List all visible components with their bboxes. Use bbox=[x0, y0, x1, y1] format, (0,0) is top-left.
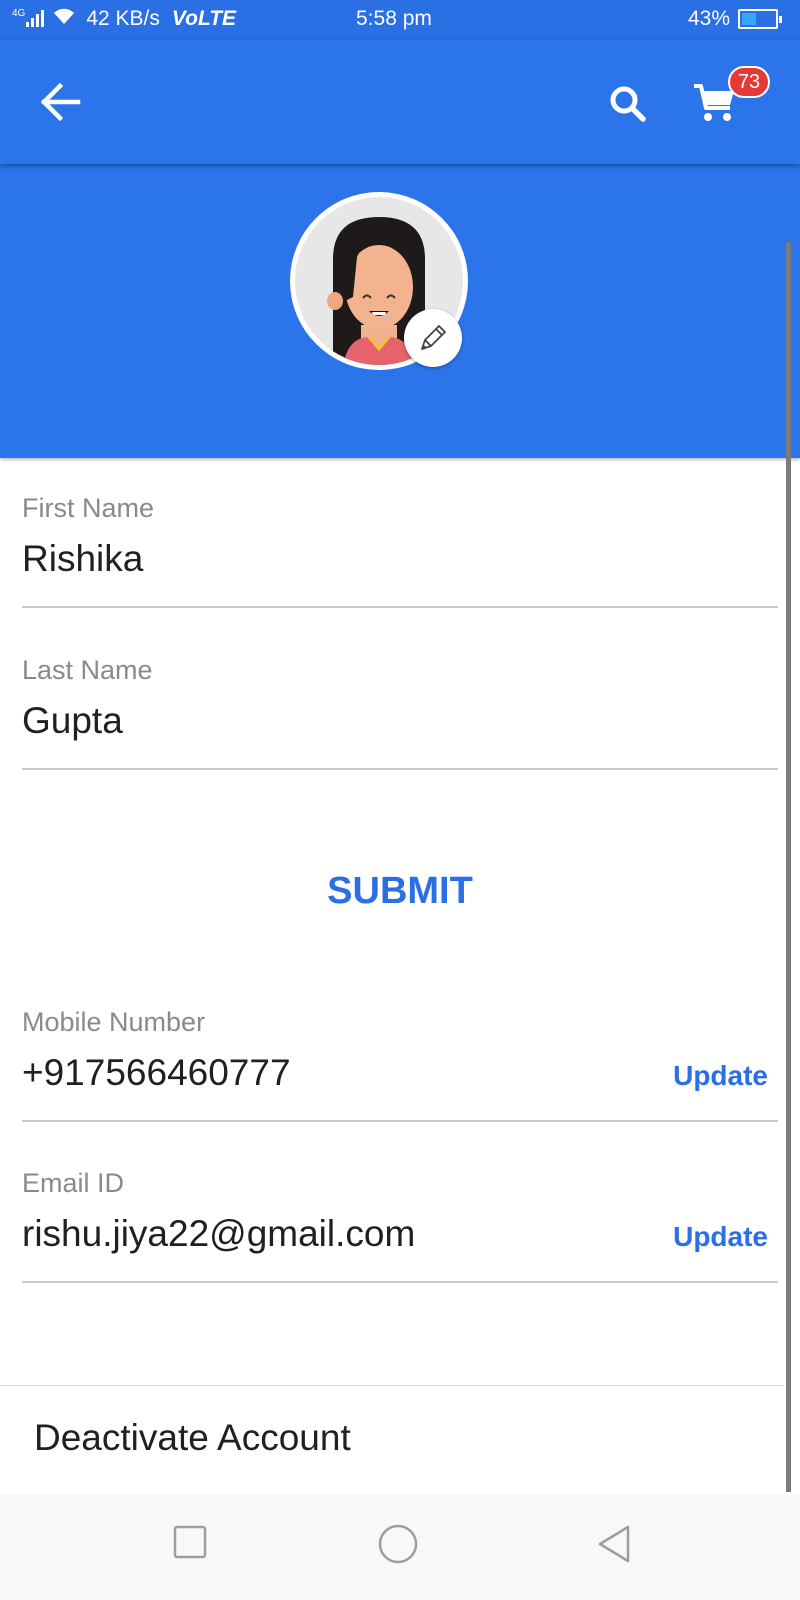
profile-header bbox=[0, 164, 800, 458]
update-mobile-button[interactable]: Update bbox=[673, 1060, 768, 1092]
first-name-input[interactable]: Rishika bbox=[22, 538, 778, 580]
email-value: rishu.jiya22@gmail.com bbox=[22, 1213, 416, 1254]
back-button[interactable] bbox=[40, 82, 82, 122]
email-label: Email ID bbox=[22, 1168, 125, 1198]
battery-icon bbox=[738, 9, 782, 29]
mobile-underline bbox=[22, 1120, 778, 1122]
first-name-label: First Name bbox=[22, 493, 155, 523]
first-name-field[interactable]: First Name Rishika bbox=[22, 493, 778, 608]
battery-percent: 43% bbox=[687, 7, 730, 30]
edit-avatar-button[interactable] bbox=[404, 309, 462, 367]
search-button[interactable] bbox=[608, 84, 648, 124]
network-type: 4G bbox=[12, 7, 26, 19]
update-email-button[interactable]: Update bbox=[673, 1221, 768, 1253]
mobile-number-field: Mobile Number +917566460777 Update bbox=[22, 1007, 778, 1122]
volte-label: VoLTE bbox=[171, 7, 237, 30]
last-name-input[interactable]: Gupta bbox=[22, 700, 778, 742]
square-icon bbox=[173, 1525, 207, 1559]
network-speed: 42 KB/s bbox=[86, 7, 160, 30]
deactivate-account-button[interactable]: Deactivate Account bbox=[34, 1417, 351, 1459]
system-nav-bar bbox=[0, 1494, 800, 1600]
home-button[interactable] bbox=[378, 1524, 418, 1569]
last-name-label: Last Name bbox=[22, 655, 153, 685]
signal-icon bbox=[26, 10, 45, 27]
wifi-icon bbox=[52, 7, 76, 31]
status-left: 4G 42 KB/s VoLTE bbox=[12, 7, 236, 31]
cart-count-badge: 73 bbox=[728, 66, 770, 98]
section-divider bbox=[0, 1385, 784, 1386]
first-name-underline bbox=[22, 606, 778, 608]
email-underline bbox=[22, 1281, 778, 1283]
clock: 5:58 pm bbox=[356, 7, 432, 30]
submit-button[interactable]: SUBMIT bbox=[300, 866, 500, 916]
last-name-underline bbox=[22, 768, 778, 770]
triangle-back-icon bbox=[598, 1525, 630, 1563]
status-bar: 4G 42 KB/s VoLTE 5:58 pm 43% bbox=[0, 0, 800, 40]
back-nav-button[interactable] bbox=[596, 1524, 632, 1569]
scrollbar[interactable] bbox=[786, 242, 791, 1492]
circle-icon bbox=[378, 1524, 418, 1564]
pencil-icon bbox=[421, 325, 446, 350]
app-bar: 73 bbox=[0, 40, 800, 164]
recents-button[interactable] bbox=[172, 1524, 208, 1565]
status-right: 43% bbox=[687, 7, 782, 31]
last-name-field[interactable]: Last Name Gupta bbox=[22, 655, 778, 770]
mobile-number-value: +917566460777 bbox=[22, 1052, 291, 1093]
search-icon bbox=[610, 86, 646, 122]
mobile-number-label: Mobile Number bbox=[22, 1007, 206, 1037]
email-field: Email ID rishu.jiya22@gmail.com Update bbox=[22, 1168, 778, 1283]
arrow-left-icon bbox=[40, 82, 81, 122]
